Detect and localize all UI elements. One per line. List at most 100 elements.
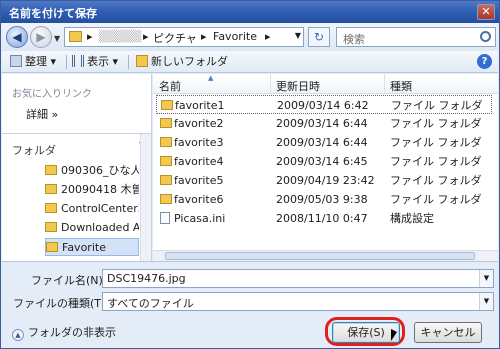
recent-pages-dropdown-icon[interactable]: ▼: [54, 34, 60, 43]
hide-folders-label: フォルダの非表示: [28, 326, 116, 339]
address-bar[interactable]: ▸ ▒▒▒▒▒ ▸ ピクチャ ▸ Favorite ▸ ▼: [64, 27, 304, 47]
folder-icon: [161, 100, 173, 110]
config-file-icon: [160, 212, 170, 224]
pane-divider[interactable]: [2, 133, 151, 134]
file-name: favorite2: [174, 117, 224, 130]
folder-icon: [45, 165, 57, 175]
file-type: ファイル フォルダ: [390, 155, 482, 168]
forward-button[interactable]: ▶: [30, 26, 52, 48]
file-row[interactable]: favorite1 2009/03/14 6:42 ファイル フォルダ: [156, 95, 492, 114]
hide-folders-toggle[interactable]: ▲ フォルダの非表示: [12, 324, 116, 341]
column-header-name[interactable]: 名前: [159, 78, 181, 94]
more-link[interactable]: 詳細 »: [26, 106, 58, 122]
folder-icon: [45, 184, 57, 194]
toolbar-divider: [128, 55, 129, 69]
breadcrumb-separator[interactable]: ▸: [201, 30, 207, 43]
filename-field[interactable]: DSC19476.jpg ▼: [102, 269, 494, 288]
file-date: 2009/05/03 9:38: [276, 193, 368, 206]
filetype-label: ファイルの種類(T):: [13, 297, 110, 310]
file-date: 2009/03/14 6:44: [276, 136, 368, 149]
tree-item[interactable]: Downloaded Al: [45, 219, 139, 237]
search-input[interactable]: 検索: [336, 27, 496, 47]
views-label: 表示 ▾: [87, 55, 119, 68]
file-row[interactable]: favorite6 2009/05/03 9:38 ファイル フォルダ: [156, 190, 492, 209]
toolbar: 整理 ▾ 表示 ▾ 新しいフォルダ ?: [2, 51, 498, 73]
breadcrumb-separator[interactable]: ▸: [143, 30, 149, 43]
file-date: 2009/04/19 23:42: [276, 174, 375, 187]
folder-icon: [45, 203, 57, 213]
tree-item-label: ControlCenter3: [61, 202, 139, 215]
file-type: ファイル フォルダ: [390, 193, 482, 206]
tree-item[interactable]: 090306_ひな人: [45, 162, 139, 180]
address-row: ◀ ▶ ▼ ▸ ▒▒▒▒▒ ▸ ピクチャ ▸ Favorite ▸ ▼ ↻ 検索: [2, 23, 498, 51]
folder-icon: [45, 222, 57, 232]
organize-button[interactable]: 整理 ▾: [10, 54, 56, 70]
chevron-up-icon: ▲: [12, 329, 24, 341]
cancel-button[interactable]: キャンセル: [414, 322, 482, 343]
organize-icon: [10, 55, 22, 67]
chevron-down-icon[interactable]: ▼: [479, 293, 493, 310]
folder-icon: [160, 175, 172, 185]
file-name: favorite4: [174, 155, 224, 168]
filetype-select[interactable]: すべてのファイル ▼: [102, 292, 494, 311]
window-title: 名前を付けて保存: [9, 7, 97, 20]
tree-item-label: Favorite: [62, 241, 106, 254]
file-row[interactable]: Picasa.ini 2008/11/10 0:47 構成設定: [156, 209, 492, 228]
file-name: favorite5: [174, 174, 224, 187]
file-name: favorite1: [175, 99, 225, 112]
folders-toggle[interactable]: フォルダ: [12, 142, 56, 158]
file-row[interactable]: favorite3 2009/03/14 6:44 ファイル フォルダ: [156, 133, 492, 152]
file-list: ▲ 名前 更新日時 種類 favorite1 2009/03/14 6:42 フ…: [153, 74, 498, 261]
refresh-button[interactable]: ↻: [308, 27, 330, 47]
file-name: favorite3: [174, 136, 224, 149]
mouse-cursor-icon: [391, 329, 397, 341]
views-icon: [72, 55, 84, 67]
column-header-type[interactable]: 種類: [390, 78, 412, 94]
close-button[interactable]: ✕: [477, 4, 495, 20]
column-header-date[interactable]: 更新日時: [276, 78, 320, 94]
scrollbar-thumb[interactable]: [165, 252, 475, 260]
tree-scrollbar[interactable]: [140, 134, 151, 261]
save-button[interactable]: 保存(S): [332, 322, 400, 343]
tree-item-selected[interactable]: Favorite: [45, 238, 139, 256]
search-placeholder: 検索: [343, 33, 365, 46]
filename-label: ファイル名(N):: [31, 274, 107, 287]
breadcrumb-pictures[interactable]: ピクチャ: [153, 30, 197, 46]
file-row[interactable]: favorite5 2009/04/19 23:42 ファイル フォルダ: [156, 171, 492, 190]
back-button[interactable]: ◀: [6, 26, 28, 48]
file-name: favorite6: [174, 193, 224, 206]
save-form: ファイル名(N): DSC19476.jpg ▼ ファイルの種類(T): すべて…: [2, 261, 498, 348]
file-type: ファイル フォルダ: [391, 99, 483, 112]
breadcrumb-separator[interactable]: ▸: [87, 30, 93, 43]
new-folder-button[interactable]: 新しいフォルダ: [136, 54, 228, 70]
breadcrumb-favorite[interactable]: Favorite: [213, 30, 257, 43]
tree-item[interactable]: ControlCenter3: [45, 200, 139, 218]
views-button[interactable]: 表示 ▾: [72, 54, 118, 70]
column-divider[interactable]: [270, 74, 271, 94]
column-divider[interactable]: [384, 74, 385, 94]
search-icon[interactable]: [480, 31, 491, 42]
title-bar[interactable]: 名前を付けて保存 ✕: [1, 1, 499, 23]
help-icon[interactable]: ?: [477, 54, 492, 69]
file-row[interactable]: favorite2 2009/03/14 6:44 ファイル フォルダ: [156, 114, 492, 133]
folder-icon: [160, 118, 172, 128]
file-row[interactable]: favorite4 2009/03/14 6:45 ファイル フォルダ: [156, 152, 492, 171]
favorite-links-title: お気に入りリンク: [12, 89, 92, 100]
file-type: ファイル フォルダ: [390, 174, 482, 187]
file-date: 2009/03/14 6:45: [276, 155, 368, 168]
breadcrumb-blurred[interactable]: ▒▒▒▒▒: [99, 30, 141, 43]
filename-value: DSC19476.jpg: [107, 272, 186, 285]
chevron-down-icon[interactable]: ▼: [295, 31, 301, 40]
chevron-down-icon[interactable]: ▼: [479, 270, 493, 287]
tree-item-label: Downloaded Al: [61, 221, 139, 234]
file-date: 2009/03/14 6:44: [276, 117, 368, 130]
sort-ascending-icon: ▲: [208, 74, 214, 82]
breadcrumb-separator[interactable]: ▸: [265, 30, 271, 43]
folder-icon: [160, 137, 172, 147]
tree-item[interactable]: 20090418 木曽: [45, 181, 139, 199]
save-as-dialog: 名前を付けて保存 ✕ ◀ ▶ ▼ ▸ ▒▒▒▒▒ ▸ ピクチャ ▸ Favori…: [0, 0, 500, 349]
new-folder-icon: [136, 55, 148, 67]
folder-icon: [160, 194, 172, 204]
navigation-pane: お気に入りリンク 詳細 » フォルダ ⌃ 090306_ひな人 20090418…: [2, 74, 152, 261]
horizontal-scrollbar[interactable]: [153, 250, 498, 261]
